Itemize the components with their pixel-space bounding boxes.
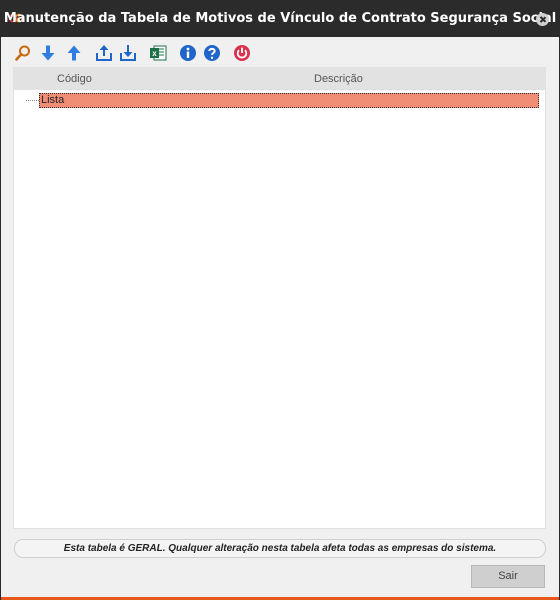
table-row[interactable]: Lista [39, 93, 539, 108]
tree-connector [26, 100, 39, 101]
grid-header: Código Descrição [14, 68, 545, 90]
arrow-up-icon[interactable] [64, 43, 84, 63]
search-icon[interactable] [13, 43, 33, 63]
title-bar: Manutenção da Tabela de Motivos de Víncu… [1, 1, 559, 37]
export-icon[interactable] [94, 43, 114, 63]
dialog-window: Manutenção da Tabela de Motivos de Víncu… [0, 0, 560, 600]
toolbar: x [13, 43, 553, 63]
svg-text:x: x [152, 49, 157, 58]
window-title: Manutenção da Tabela de Motivos de Víncu… [3, 11, 557, 26]
help-icon[interactable] [202, 43, 222, 63]
data-grid[interactable]: Código Descrição Lista [13, 67, 546, 529]
import-icon[interactable] [118, 43, 138, 63]
info-icon[interactable] [178, 43, 198, 63]
arrow-down-icon[interactable] [38, 43, 58, 63]
power-icon[interactable] [232, 43, 252, 63]
column-header-codigo[interactable]: Código [57, 73, 92, 85]
exit-button[interactable]: Sair [471, 565, 545, 588]
general-table-warning: Esta tabela é GERAL. Qualquer alteração … [14, 539, 546, 558]
column-header-descricao[interactable]: Descrição [314, 73, 363, 85]
close-icon[interactable] [536, 13, 549, 26]
excel-icon[interactable]: x [148, 43, 168, 63]
